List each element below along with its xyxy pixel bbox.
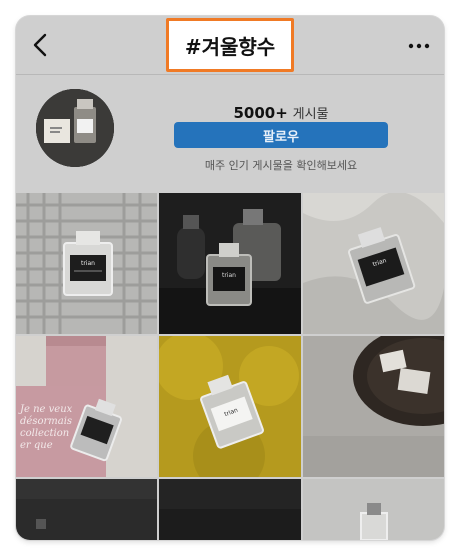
post-count-label: 게시물 [292, 107, 329, 122]
more-options-button[interactable] [408, 38, 430, 52]
phone-screen: #겨울향수 5000+ 게시물 팔로우 매주 인기 게시물을 확인해보세요 tr… [16, 16, 444, 540]
card-text-line: Je ne veux [18, 404, 73, 415]
chevron-left-icon [33, 33, 47, 57]
post-thumbnail[interactable] [159, 479, 301, 540]
card-text-line: désormais [20, 416, 72, 427]
post-thumbnail[interactable]: trian [303, 193, 444, 334]
hashtag-avatar[interactable] [36, 89, 114, 167]
more-horizontal-icon [408, 43, 430, 49]
post-thumbnail[interactable] [303, 479, 444, 540]
post-thumbnail[interactable]: trian [159, 193, 301, 334]
post-thumbnail[interactable] [16, 479, 157, 540]
top-bar: #겨울향수 [16, 16, 444, 74]
post-grid: trian trian trian Je ne veux désormais c… [16, 193, 444, 540]
bottle-label: trian [81, 260, 95, 267]
bottle-label: trian [222, 272, 236, 279]
post-count-value: 5000+ [233, 104, 288, 122]
card-text-line: er que [20, 440, 53, 451]
post-thumbnail[interactable]: trian [159, 336, 301, 477]
back-button[interactable] [28, 32, 54, 58]
hashtag-header: 5000+ 게시물 팔로우 매주 인기 게시물을 확인해보세요 [16, 75, 444, 193]
post-thumbnail[interactable]: Je ne veux désormais collection er que [16, 336, 157, 477]
post-thumbnail[interactable] [303, 336, 444, 477]
page-title: #겨울향수 [184, 34, 276, 59]
page-title-box: #겨울향수 [166, 18, 294, 72]
card-text-line: collection [20, 428, 69, 439]
post-thumbnail[interactable]: trian [16, 193, 157, 334]
hashtag-description: 매주 인기 게시물을 확인해보세요 [204, 159, 358, 172]
post-count: 5000+ 게시물 [174, 103, 388, 122]
follow-button[interactable]: 팔로우 [174, 122, 388, 148]
